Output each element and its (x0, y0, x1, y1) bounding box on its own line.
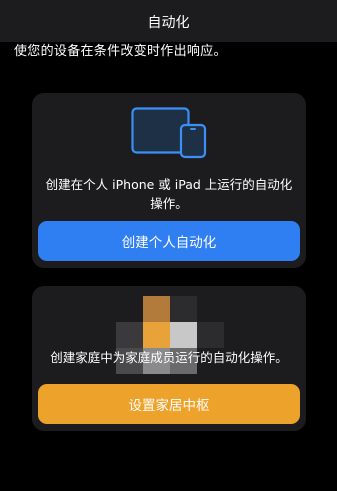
set-up-home-hub-button[interactable]: 设置家居中枢 (38, 384, 300, 424)
page-title: 自动化 (147, 15, 190, 31)
personal-automation-card: 创建在个人 iPhone 或 iPad 上运行的自动化操作。 创建个人自动化 (32, 93, 306, 268)
iphone-ipad-icon (131, 107, 207, 159)
home-automation-card: 创建家庭中为家庭成员运行的自动化操作。 设置家居中枢 (32, 286, 306, 431)
page-subtitle: 使您的设备在条件改变时作出响应。 (14, 44, 227, 59)
home-automation-description: 创建家庭中为家庭成员运行的自动化操作。 (50, 350, 288, 365)
create-personal-automation-button[interactable]: 创建个人自动化 (38, 221, 300, 261)
personal-automation-description: 创建在个人 iPhone 或 iPad 上运行的自动化操作。 (45, 177, 293, 211)
automation-screen: 自动化 使您的设备在条件改变时作出响应。 创建在个人 iPhone 或 iPad… (0, 0, 337, 491)
navigation-bar: 自动化 (0, 0, 337, 42)
